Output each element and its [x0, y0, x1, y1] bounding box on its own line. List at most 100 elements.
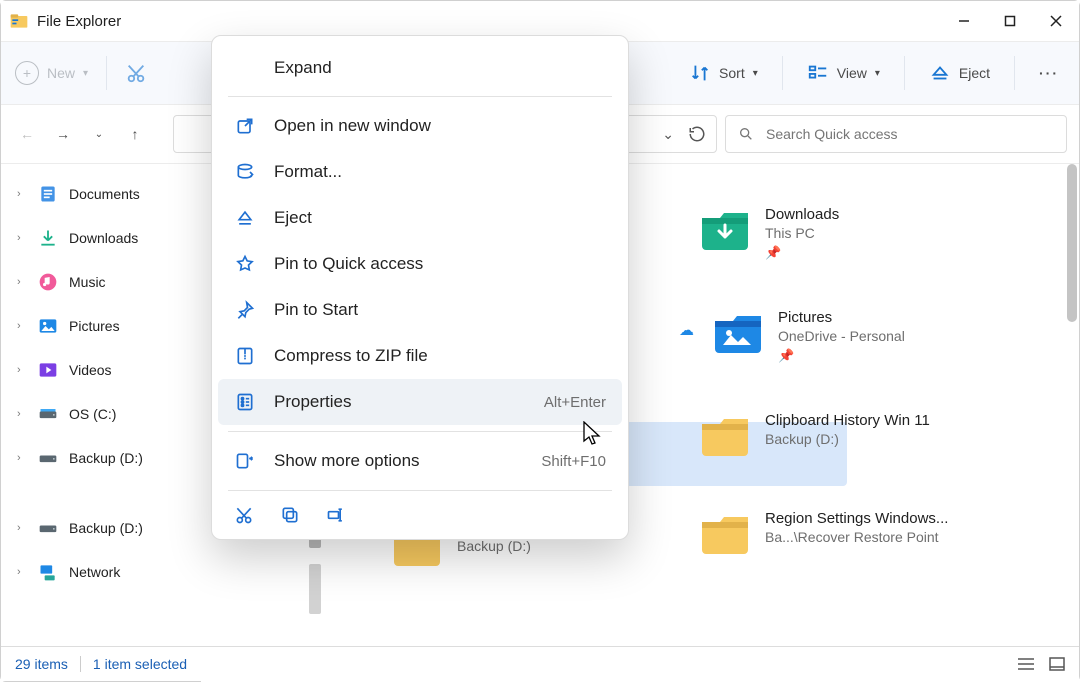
sidebar-item-pictures[interactable]: › Pictures: [1, 304, 201, 348]
recent-button[interactable]: ⌄: [85, 129, 113, 140]
copy-icon[interactable]: [280, 505, 300, 525]
search-box[interactable]: [725, 115, 1067, 153]
ctx-format[interactable]: Format...: [218, 149, 622, 195]
tile-sub: This PC: [765, 225, 839, 241]
caret-icon: ›: [17, 188, 27, 200]
more-button[interactable]: ···: [1033, 65, 1065, 81]
tile-sub: Backup (D:): [457, 538, 531, 554]
caret-icon: ›: [17, 522, 27, 534]
eject-icon: [929, 62, 951, 84]
folder-icon: [699, 508, 751, 560]
ctx-pin-quick-access[interactable]: Pin to Quick access: [218, 241, 622, 287]
up-button[interactable]: ↑: [121, 126, 149, 142]
star-icon: [234, 253, 256, 275]
ctx-label: Properties: [274, 392, 526, 412]
separator: [228, 490, 612, 491]
scrollbar-thumb[interactable]: [1067, 164, 1077, 322]
pictures-folder-icon: [712, 307, 764, 359]
ctx-show-more-options[interactable]: Show more options Shift+F10: [218, 438, 622, 484]
music-icon: [37, 272, 59, 292]
view-button[interactable]: View ▾: [801, 62, 886, 84]
eject-icon: [234, 207, 256, 229]
cut-icon[interactable]: [125, 62, 147, 84]
chevron-down-icon: ▾: [753, 68, 758, 79]
format-icon: [234, 161, 256, 183]
drive-icon: [37, 404, 59, 424]
sidebar-item-backup-drive-2[interactable]: › Backup (D:): [1, 506, 201, 550]
sidebar-label: Network: [69, 564, 120, 580]
pin-icon: 📌: [765, 245, 839, 261]
sidebar-item-videos[interactable]: › Videos: [1, 348, 201, 392]
ctx-action-row: [218, 497, 622, 529]
maximize-button[interactable]: [987, 1, 1033, 41]
sidebar-label: Backup (D:): [69, 450, 143, 466]
eject-button[interactable]: Eject: [923, 62, 996, 84]
tile-downloads[interactable]: Downloads This PC 📌: [699, 204, 999, 261]
ctx-label: Show more options: [274, 451, 523, 471]
details-view-button[interactable]: [1017, 657, 1035, 671]
ctx-label: Eject: [274, 208, 606, 228]
more-options-icon: [234, 450, 256, 472]
app-icon: [9, 11, 29, 31]
separator: [228, 96, 612, 97]
back-button[interactable]: ←: [13, 126, 41, 142]
sidebar-item-os-drive[interactable]: › OS (C:): [1, 392, 201, 436]
open-new-icon: [234, 115, 256, 137]
caret-icon: ›: [17, 276, 27, 288]
tiles-view-button[interactable]: [1049, 657, 1065, 671]
item-count: 29 items: [15, 656, 68, 672]
minimize-button[interactable]: [941, 1, 987, 41]
separator: [904, 56, 905, 90]
sidebar-label: Pictures: [69, 318, 120, 334]
forward-button[interactable]: →: [49, 126, 77, 142]
chevron-down-icon[interactable]: ⌄: [662, 126, 674, 143]
rename-icon[interactable]: [326, 505, 346, 525]
ctx-eject[interactable]: Eject: [218, 195, 622, 241]
separator: [80, 656, 81, 672]
sidebar-label: Backup (D:): [69, 520, 143, 536]
ctx-label: Expand: [274, 58, 606, 78]
ctx-properties[interactable]: Properties Alt+Enter: [218, 379, 622, 425]
pin-icon: 📌: [778, 348, 905, 364]
ctx-pin-start[interactable]: Pin to Start: [218, 287, 622, 333]
selection-count: 1 item selected: [93, 656, 187, 672]
tile-clipboard[interactable]: Clipboard History Win 11 Backup (D:): [699, 410, 999, 462]
status-bar: 29 items 1 item selected: [1, 646, 1079, 681]
caret-icon: ›: [17, 364, 27, 376]
sidebar-item-backup-drive[interactable]: › Backup (D:): [1, 436, 201, 480]
tile-sub: OneDrive - Personal: [778, 328, 905, 344]
divider: [309, 564, 321, 614]
sidebar-item-downloads[interactable]: › Downloads: [1, 216, 201, 260]
ctx-label: Pin to Start: [274, 300, 606, 320]
ctx-label: Pin to Quick access: [274, 254, 606, 274]
chevron-down-icon: ▾: [875, 68, 880, 79]
caret-icon: ›: [17, 232, 27, 244]
documents-icon: [37, 184, 59, 204]
tile-region[interactable]: Region Settings Windows... Ba...\Recover…: [699, 508, 999, 560]
view-label: View: [837, 65, 867, 81]
cut-icon[interactable]: [234, 505, 254, 525]
view-toggles: [1017, 657, 1065, 671]
sidebar-item-documents[interactable]: › Documents: [1, 172, 201, 216]
caret-icon: ›: [17, 566, 27, 578]
sidebar-item-network[interactable]: › Network: [1, 550, 201, 594]
videos-icon: [37, 360, 59, 380]
close-button[interactable]: [1033, 1, 1079, 41]
tile-pictures[interactable]: ☁ Pictures OneDrive - Personal 📌: [699, 307, 999, 364]
sidebar-label: Music: [69, 274, 106, 290]
tile-name: Clipboard History Win 11: [765, 412, 930, 429]
drive-icon: [37, 448, 59, 468]
sidebar-item-music[interactable]: › Music: [1, 260, 201, 304]
refresh-button[interactable]: [688, 125, 706, 143]
cloud-icon: ☁: [679, 321, 694, 339]
ctx-compress-zip[interactable]: Compress to ZIP file: [218, 333, 622, 379]
ctx-expand[interactable]: Expand: [218, 46, 622, 90]
search-input[interactable]: [764, 125, 1054, 143]
separator: [228, 431, 612, 432]
ctx-label: Open in new window: [274, 116, 606, 136]
new-button[interactable]: + New ▾: [15, 61, 88, 85]
tile-name: Region Settings Windows...: [765, 510, 948, 527]
sort-button[interactable]: Sort ▾: [683, 62, 764, 84]
context-menu: Expand Open in new window Format... Ejec…: [211, 35, 629, 540]
ctx-open-new-window[interactable]: Open in new window: [218, 103, 622, 149]
